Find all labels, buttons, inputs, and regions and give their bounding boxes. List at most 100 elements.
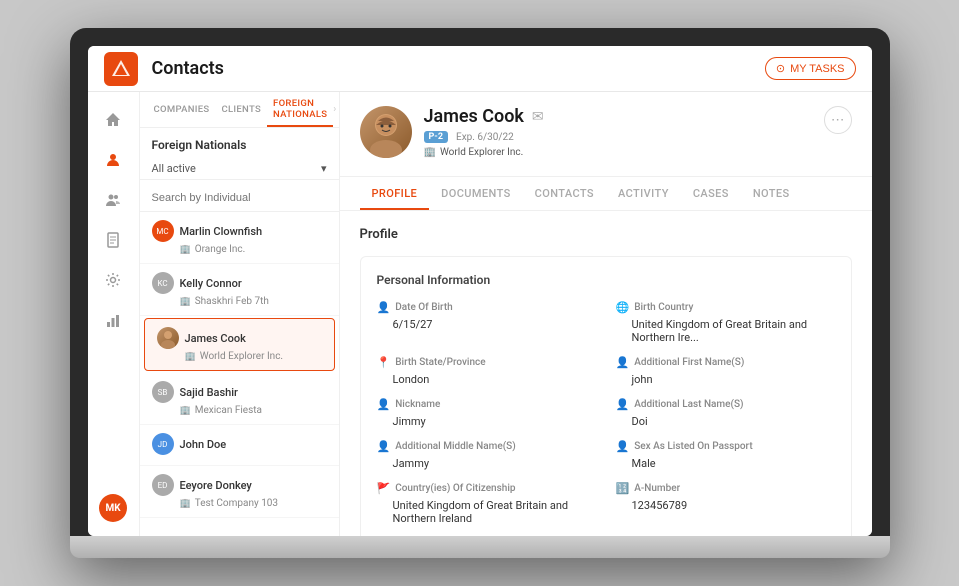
filter-chevron-icon: ▾ xyxy=(321,162,327,175)
tab-foreign-nationals[interactable]: FOREIGN NATIONALS xyxy=(267,92,333,127)
contact-company-sajid: 🏢 Mexican Fiesta xyxy=(152,405,327,416)
contact-avatar-eeyore: ED xyxy=(152,474,174,496)
tab-companies[interactable]: COMPANIES xyxy=(148,92,216,127)
contacts-list: MC Marlin Clownfish 🏢 Orange Inc. KC xyxy=(140,212,339,536)
tab-activity[interactable]: ACTIVITY xyxy=(606,177,681,210)
dob-value: 6/15/27 xyxy=(377,318,596,331)
sidebar-item-settings[interactable] xyxy=(95,262,131,298)
building-icon-eeyore: 🏢 xyxy=(180,499,191,509)
tab-notes[interactable]: NOTES xyxy=(741,177,802,210)
detail-action-button[interactable]: ⋯ xyxy=(824,106,852,134)
personal-info-title: Personal Information xyxy=(377,273,835,287)
add-first-name-value: john xyxy=(616,373,835,386)
building-icon-kelly: 🏢 xyxy=(180,297,191,307)
user-avatar-button[interactable]: MK xyxy=(95,490,131,526)
building-icon: 🏢 xyxy=(180,245,191,255)
contact-name-kelly: Kelly Connor xyxy=(180,277,242,290)
field-nickname: 👤 Nickname Jimmy xyxy=(377,398,596,428)
contact-avatar-james xyxy=(157,327,179,349)
detail-tabs: PROFILE DOCUMENTS CONTACTS ACTIVITY CASE… xyxy=(340,177,872,211)
contact-item-john[interactable]: JD John Doe xyxy=(140,425,339,466)
contact-name-marlin: Marlin Clownfish xyxy=(180,225,263,238)
email-icon[interactable]: ✉ xyxy=(532,109,544,125)
contact-company-marlin: 🏢 Orange Inc. xyxy=(152,244,327,255)
tabs-arrow-icon: › xyxy=(333,104,336,115)
contacts-panel: COMPANIES CLIENTS FOREIGN NATIONALS › Fo… xyxy=(140,92,340,536)
a-number-value: 123456789 xyxy=(616,499,835,512)
citizenship-value: United Kingdom of Great Britain and Nort… xyxy=(377,499,596,525)
detail-header: James Cook ✉ P-2 Exp. 6/30/22 🏢 World Ex… xyxy=(340,92,872,177)
sidebar-item-contacts[interactable] xyxy=(95,142,131,178)
detail-badges: P-2 Exp. 6/30/22 xyxy=(424,131,812,143)
contact-item-eeyore[interactable]: ED Eeyore Donkey 🏢 Test Company 103 xyxy=(140,466,339,518)
contacts-tabs: COMPANIES CLIENTS FOREIGN NATIONALS › xyxy=(140,92,339,128)
field-birth-country: 🌐 Birth Country United Kingdom of Great … xyxy=(616,301,835,344)
field-birth-state: 📍 Birth State/Province London xyxy=(377,356,596,386)
nickname-icon: 👤 xyxy=(377,398,391,411)
contact-avatar-marlin: MC xyxy=(152,220,174,242)
profile-content: Profile Personal Information 👤 Date Of B… xyxy=(340,211,872,536)
contact-company-james: 🏢 World Explorer Inc. xyxy=(157,351,322,362)
personal-info-card: Personal Information 👤 Date Of Birth 6/1… xyxy=(360,256,852,536)
field-dob: 👤 Date Of Birth 6/15/27 xyxy=(377,301,596,344)
sidebar-nav: MK xyxy=(88,92,140,536)
nickname-value: Jimmy xyxy=(377,415,596,428)
contact-item-marlin[interactable]: MC Marlin Clownfish 🏢 Orange Inc. xyxy=(140,212,339,264)
tab-clients[interactable]: CLIENTS xyxy=(215,92,267,127)
page-title: Contacts xyxy=(152,58,765,79)
birth-country-value: United Kingdom of Great Britain and Nort… xyxy=(616,318,835,344)
app-logo xyxy=(104,52,138,86)
field-add-last-name: 👤 Additional Last Name(S) Doi xyxy=(616,398,835,428)
my-tasks-button[interactable]: ⊙ MY TASKS xyxy=(765,57,856,80)
expiry-text: Exp. 6/30/22 xyxy=(456,132,514,143)
contact-avatar-sajid: SB xyxy=(152,381,174,403)
contact-avatar-kelly: KC xyxy=(152,272,174,294)
profile-section-title: Profile xyxy=(360,227,852,242)
contact-name-john: John Doe xyxy=(180,438,227,451)
tab-contacts[interactable]: CONTACTS xyxy=(523,177,606,210)
info-grid: 👤 Date Of Birth 6/15/27 🌐 Birth Country xyxy=(377,301,835,536)
field-add-first-name: 👤 Additional First Name(S) john xyxy=(616,356,835,386)
birth-state-value: London xyxy=(377,373,596,386)
detail-info: James Cook ✉ P-2 Exp. 6/30/22 🏢 World Ex… xyxy=(424,106,812,158)
detail-company: 🏢 World Explorer Inc. xyxy=(424,147,812,158)
tab-profile[interactable]: PROFILE xyxy=(360,177,430,210)
detail-contact-name: James Cook xyxy=(424,106,524,127)
filter-dropdown[interactable]: All active ▾ xyxy=(140,158,339,180)
search-input[interactable] xyxy=(152,192,327,204)
contact-item-sajid[interactable]: SB Sajid Bashir 🏢 Mexican Fiesta xyxy=(140,373,339,425)
sidebar-item-reports[interactable] xyxy=(95,302,131,338)
dob-icon: 👤 xyxy=(377,301,391,314)
building-icon-sajid: 🏢 xyxy=(180,406,191,416)
tasks-icon: ⊙ xyxy=(776,62,785,75)
sidebar-item-home[interactable] xyxy=(95,102,131,138)
contact-item-james[interactable]: James Cook 🏢 World Explorer Inc. xyxy=(144,318,335,371)
contact-name-sajid: Sajid Bashir xyxy=(180,386,238,399)
field-citizenship: 🚩 Country(ies) Of Citizenship United Kin… xyxy=(377,482,596,525)
add-first-icon: 👤 xyxy=(616,356,630,369)
contact-company-kelly: 🏢 Shaskhri Feb 7th xyxy=(152,296,327,307)
contact-avatar-john: JD xyxy=(152,433,174,455)
contact-item-kelly[interactable]: KC Kelly Connor 🏢 Shaskhri Feb 7th xyxy=(140,264,339,316)
sidebar-item-people[interactable] xyxy=(95,182,131,218)
sex-icon: 👤 xyxy=(616,440,630,453)
add-middle-name-value: Jammy xyxy=(377,457,596,470)
country-icon: 🌐 xyxy=(616,301,630,314)
citizenship-icon: 🚩 xyxy=(377,482,391,495)
tab-documents[interactable]: DOCUMENTS xyxy=(429,177,523,210)
detail-panel: James Cook ✉ P-2 Exp. 6/30/22 🏢 World Ex… xyxy=(340,92,872,536)
sidebar-item-documents[interactable] xyxy=(95,222,131,258)
tab-cases[interactable]: CASES xyxy=(681,177,741,210)
field-sex: 👤 Sex As Listed On Passport Male xyxy=(616,440,835,470)
state-icon: 📍 xyxy=(377,356,391,369)
contact-name-james: James Cook xyxy=(185,332,246,345)
sex-value: Male xyxy=(616,457,835,470)
user-avatar: MK xyxy=(99,494,127,522)
topbar: Contacts ⊙ MY TASKS xyxy=(88,46,872,92)
contact-name-eeyore: Eeyore Donkey xyxy=(180,479,252,492)
visa-badge: P-2 xyxy=(424,131,449,143)
a-number-icon: 🔢 xyxy=(616,482,630,495)
add-last-icon: 👤 xyxy=(616,398,630,411)
contact-company-eeyore: 🏢 Test Company 103 xyxy=(152,498,327,509)
add-middle-icon: 👤 xyxy=(377,440,391,453)
